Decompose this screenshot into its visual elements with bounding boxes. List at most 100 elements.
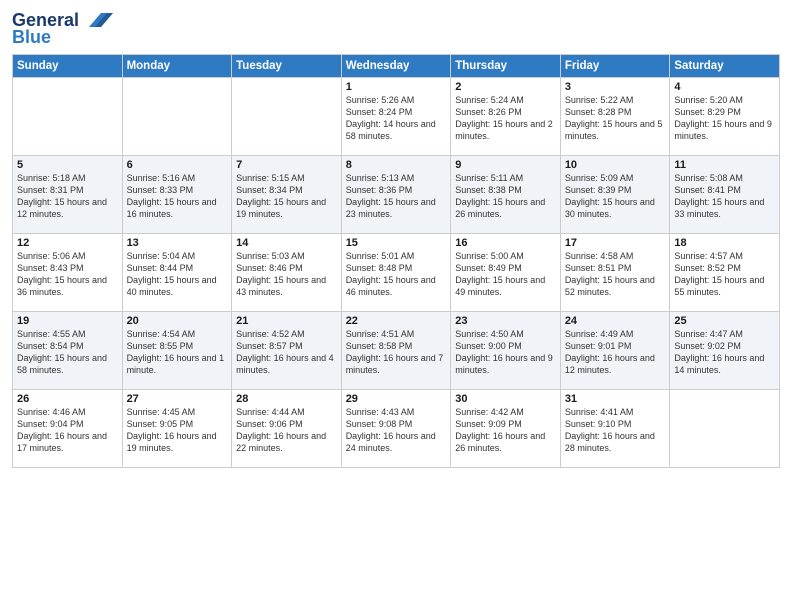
calendar-day-cell xyxy=(670,390,780,468)
calendar-page: General Blue Sunday Monday Tuesday Wedne… xyxy=(0,0,792,612)
day-number: 7 xyxy=(236,159,337,171)
day-info: Sunrise: 4:45 AMSunset: 9:05 PMDaylight:… xyxy=(127,406,228,455)
day-number: 11 xyxy=(674,159,775,171)
day-info: Sunrise: 5:06 AMSunset: 8:43 PMDaylight:… xyxy=(17,250,118,299)
day-number: 17 xyxy=(565,237,666,249)
day-number: 22 xyxy=(346,315,447,327)
calendar-day-cell: 24 Sunrise: 4:49 AMSunset: 9:01 PMDaylig… xyxy=(560,312,670,390)
day-number: 3 xyxy=(565,81,666,93)
day-number: 25 xyxy=(674,315,775,327)
calendar-day-cell: 18 Sunrise: 4:57 AMSunset: 8:52 PMDaylig… xyxy=(670,234,780,312)
day-number: 31 xyxy=(565,393,666,405)
day-number: 23 xyxy=(455,315,556,327)
day-info: Sunrise: 5:20 AMSunset: 8:29 PMDaylight:… xyxy=(674,94,775,143)
day-info: Sunrise: 4:46 AMSunset: 9:04 PMDaylight:… xyxy=(17,406,118,455)
calendar-day-cell: 7 Sunrise: 5:15 AMSunset: 8:34 PMDayligh… xyxy=(232,156,342,234)
calendar-day-cell: 17 Sunrise: 4:58 AMSunset: 8:51 PMDaylig… xyxy=(560,234,670,312)
day-number: 19 xyxy=(17,315,118,327)
calendar-day-cell: 23 Sunrise: 4:50 AMSunset: 9:00 PMDaylig… xyxy=(451,312,561,390)
day-number: 5 xyxy=(17,159,118,171)
day-number: 26 xyxy=(17,393,118,405)
calendar-day-cell xyxy=(122,78,232,156)
day-info: Sunrise: 5:16 AMSunset: 8:33 PMDaylight:… xyxy=(127,172,228,221)
calendar-day-cell: 22 Sunrise: 4:51 AMSunset: 8:58 PMDaylig… xyxy=(341,312,451,390)
day-number: 15 xyxy=(346,237,447,249)
day-info: Sunrise: 4:42 AMSunset: 9:09 PMDaylight:… xyxy=(455,406,556,455)
day-info: Sunrise: 5:26 AMSunset: 8:24 PMDaylight:… xyxy=(346,94,447,143)
calendar-week-row: 19 Sunrise: 4:55 AMSunset: 8:54 PMDaylig… xyxy=(13,312,780,390)
day-info: Sunrise: 5:24 AMSunset: 8:26 PMDaylight:… xyxy=(455,94,556,143)
day-info: Sunrise: 5:11 AMSunset: 8:38 PMDaylight:… xyxy=(455,172,556,221)
day-number: 14 xyxy=(236,237,337,249)
calendar-day-cell: 30 Sunrise: 4:42 AMSunset: 9:09 PMDaylig… xyxy=(451,390,561,468)
day-number: 24 xyxy=(565,315,666,327)
calendar-day-cell: 10 Sunrise: 5:09 AMSunset: 8:39 PMDaylig… xyxy=(560,156,670,234)
day-number: 2 xyxy=(455,81,556,93)
calendar-day-cell: 9 Sunrise: 5:11 AMSunset: 8:38 PMDayligh… xyxy=(451,156,561,234)
col-friday: Friday xyxy=(560,55,670,78)
day-info: Sunrise: 4:58 AMSunset: 8:51 PMDaylight:… xyxy=(565,250,666,299)
day-number: 10 xyxy=(565,159,666,171)
page-header: General Blue xyxy=(12,10,780,48)
calendar-day-cell: 3 Sunrise: 5:22 AMSunset: 8:28 PMDayligh… xyxy=(560,78,670,156)
day-info: Sunrise: 5:03 AMSunset: 8:46 PMDaylight:… xyxy=(236,250,337,299)
calendar-day-cell: 27 Sunrise: 4:45 AMSunset: 9:05 PMDaylig… xyxy=(122,390,232,468)
day-info: Sunrise: 4:51 AMSunset: 8:58 PMDaylight:… xyxy=(346,328,447,377)
calendar-day-cell: 14 Sunrise: 5:03 AMSunset: 8:46 PMDaylig… xyxy=(232,234,342,312)
calendar-day-cell: 16 Sunrise: 5:00 AMSunset: 8:49 PMDaylig… xyxy=(451,234,561,312)
day-info: Sunrise: 4:41 AMSunset: 9:10 PMDaylight:… xyxy=(565,406,666,455)
day-info: Sunrise: 4:50 AMSunset: 9:00 PMDaylight:… xyxy=(455,328,556,377)
day-number: 30 xyxy=(455,393,556,405)
day-info: Sunrise: 5:22 AMSunset: 8:28 PMDaylight:… xyxy=(565,94,666,143)
day-number: 13 xyxy=(127,237,228,249)
day-number: 28 xyxy=(236,393,337,405)
calendar-day-cell: 5 Sunrise: 5:18 AMSunset: 8:31 PMDayligh… xyxy=(13,156,123,234)
day-info: Sunrise: 4:44 AMSunset: 9:06 PMDaylight:… xyxy=(236,406,337,455)
col-wednesday: Wednesday xyxy=(341,55,451,78)
day-info: Sunrise: 4:47 AMSunset: 9:02 PMDaylight:… xyxy=(674,328,775,377)
calendar-day-cell: 8 Sunrise: 5:13 AMSunset: 8:36 PMDayligh… xyxy=(341,156,451,234)
col-tuesday: Tuesday xyxy=(232,55,342,78)
day-number: 27 xyxy=(127,393,228,405)
day-info: Sunrise: 5:00 AMSunset: 8:49 PMDaylight:… xyxy=(455,250,556,299)
calendar-day-cell: 29 Sunrise: 4:43 AMSunset: 9:08 PMDaylig… xyxy=(341,390,451,468)
logo: General Blue xyxy=(12,10,113,48)
calendar-day-cell: 19 Sunrise: 4:55 AMSunset: 8:54 PMDaylig… xyxy=(13,312,123,390)
logo-blue-text: Blue xyxy=(12,27,51,48)
calendar-day-cell: 31 Sunrise: 4:41 AMSunset: 9:10 PMDaylig… xyxy=(560,390,670,468)
calendar-day-cell: 12 Sunrise: 5:06 AMSunset: 8:43 PMDaylig… xyxy=(13,234,123,312)
day-info: Sunrise: 5:08 AMSunset: 8:41 PMDaylight:… xyxy=(674,172,775,221)
day-info: Sunrise: 5:18 AMSunset: 8:31 PMDaylight:… xyxy=(17,172,118,221)
day-number: 12 xyxy=(17,237,118,249)
day-number: 18 xyxy=(674,237,775,249)
day-info: Sunrise: 5:04 AMSunset: 8:44 PMDaylight:… xyxy=(127,250,228,299)
col-sunday: Sunday xyxy=(13,55,123,78)
calendar-day-cell: 4 Sunrise: 5:20 AMSunset: 8:29 PMDayligh… xyxy=(670,78,780,156)
day-info: Sunrise: 4:54 AMSunset: 8:55 PMDaylight:… xyxy=(127,328,228,377)
calendar-day-cell: 28 Sunrise: 4:44 AMSunset: 9:06 PMDaylig… xyxy=(232,390,342,468)
day-number: 21 xyxy=(236,315,337,327)
calendar-week-row: 12 Sunrise: 5:06 AMSunset: 8:43 PMDaylig… xyxy=(13,234,780,312)
day-info: Sunrise: 5:15 AMSunset: 8:34 PMDaylight:… xyxy=(236,172,337,221)
day-number: 9 xyxy=(455,159,556,171)
logo-icon xyxy=(81,9,113,31)
calendar-day-cell: 15 Sunrise: 5:01 AMSunset: 8:48 PMDaylig… xyxy=(341,234,451,312)
calendar-week-row: 5 Sunrise: 5:18 AMSunset: 8:31 PMDayligh… xyxy=(13,156,780,234)
day-info: Sunrise: 4:49 AMSunset: 9:01 PMDaylight:… xyxy=(565,328,666,377)
day-number: 1 xyxy=(346,81,447,93)
day-number: 20 xyxy=(127,315,228,327)
calendar-week-row: 1 Sunrise: 5:26 AMSunset: 8:24 PMDayligh… xyxy=(13,78,780,156)
calendar-day-cell: 13 Sunrise: 5:04 AMSunset: 8:44 PMDaylig… xyxy=(122,234,232,312)
day-info: Sunrise: 5:01 AMSunset: 8:48 PMDaylight:… xyxy=(346,250,447,299)
calendar-day-cell: 25 Sunrise: 4:47 AMSunset: 9:02 PMDaylig… xyxy=(670,312,780,390)
calendar-day-cell: 6 Sunrise: 5:16 AMSunset: 8:33 PMDayligh… xyxy=(122,156,232,234)
calendar-header-row: Sunday Monday Tuesday Wednesday Thursday… xyxy=(13,55,780,78)
col-monday: Monday xyxy=(122,55,232,78)
day-info: Sunrise: 5:09 AMSunset: 8:39 PMDaylight:… xyxy=(565,172,666,221)
day-info: Sunrise: 5:13 AMSunset: 8:36 PMDaylight:… xyxy=(346,172,447,221)
day-info: Sunrise: 4:52 AMSunset: 8:57 PMDaylight:… xyxy=(236,328,337,377)
day-info: Sunrise: 4:57 AMSunset: 8:52 PMDaylight:… xyxy=(674,250,775,299)
calendar-day-cell: 1 Sunrise: 5:26 AMSunset: 8:24 PMDayligh… xyxy=(341,78,451,156)
calendar-week-row: 26 Sunrise: 4:46 AMSunset: 9:04 PMDaylig… xyxy=(13,390,780,468)
calendar-day-cell: 21 Sunrise: 4:52 AMSunset: 8:57 PMDaylig… xyxy=(232,312,342,390)
